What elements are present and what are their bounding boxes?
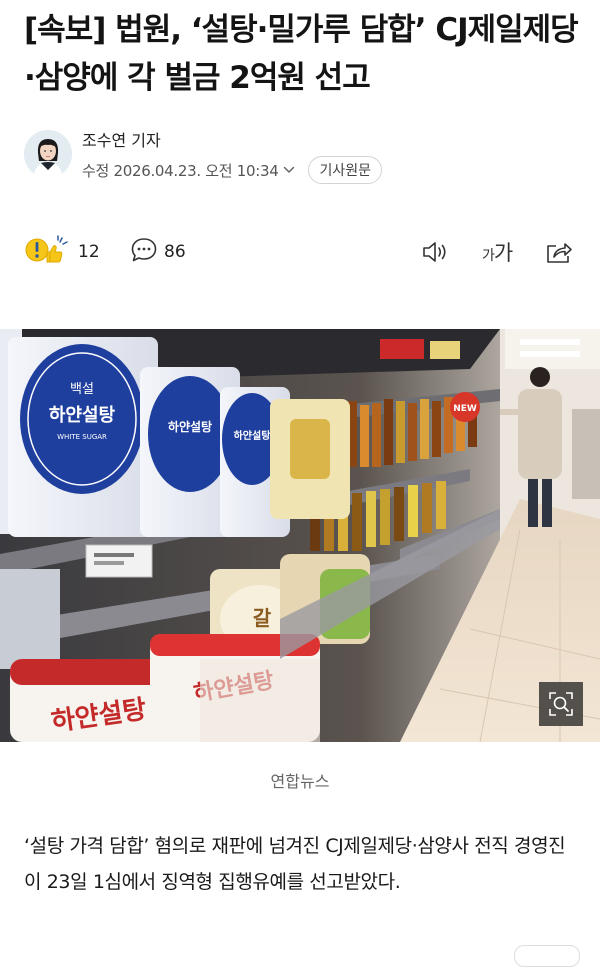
speaker-icon[interactable] [420,232,450,272]
reporter-name[interactable]: 조수연 기자 [82,130,161,152]
reporter-avatar[interactable] [24,130,72,178]
original-article-button[interactable]: 기사원문 [308,156,383,184]
edited-timestamp: 수정 2026.04.23. 오전 10:34 [82,161,279,180]
floating-button[interactable] [514,945,580,967]
new-sign-label: NEW [453,404,477,414]
chevron-down-icon[interactable] [282,163,296,177]
sugar-name-label: 하얀설탕 [49,405,116,426]
svg-text:하얀설탕: 하얀설탕 [168,419,212,434]
article-body: ‘설탕 가격 담합’ 혐의로 재판에 넘겨진 CJ제일제당·삼양사 전직 경영진… [24,835,566,893]
speech-bubble-icon [130,236,158,268]
reaction-count: 12 [78,242,100,262]
zoom-icon[interactable] [539,682,583,726]
font-size-icon[interactable]: 가가 [482,232,513,272]
comment-count: 86 [164,242,186,262]
article-actions: 12 86 가가 [24,232,576,272]
article-photo[interactable]: 백설 하얀설탕 WHITE SUGAR 하얀설탕 하얀설탕 갈 하얀설탕 하 [0,329,600,742]
reaction-button[interactable]: 12 [24,232,100,272]
article-headline: [속보] 법원, ‘설탕·밀가루 담합’ CJ제일제당·삼양에 각 벌금 2억원… [24,12,579,96]
reaction-emoji-icon [24,234,72,270]
svg-text:갈: 갈 [253,606,272,630]
share-icon[interactable] [544,232,574,272]
byline: 조수연 기자 수정 2026.04.23. 오전 10:34 기사원문 [24,130,584,186]
comment-button[interactable]: 86 [130,232,186,272]
font-size-large-label: 가 [493,241,513,265]
photo-credit: 연합뉴스 [270,772,330,791]
font-size-small-label: 가 [482,248,495,264]
svg-text:하얀설탕: 하얀설탕 [234,429,272,442]
sugar-english-label: WHITE SUGAR [57,433,107,441]
meta-row: 수정 2026.04.23. 오전 10:34 기사원문 [82,156,383,184]
sugar-brand-label: 백설 [70,382,94,397]
